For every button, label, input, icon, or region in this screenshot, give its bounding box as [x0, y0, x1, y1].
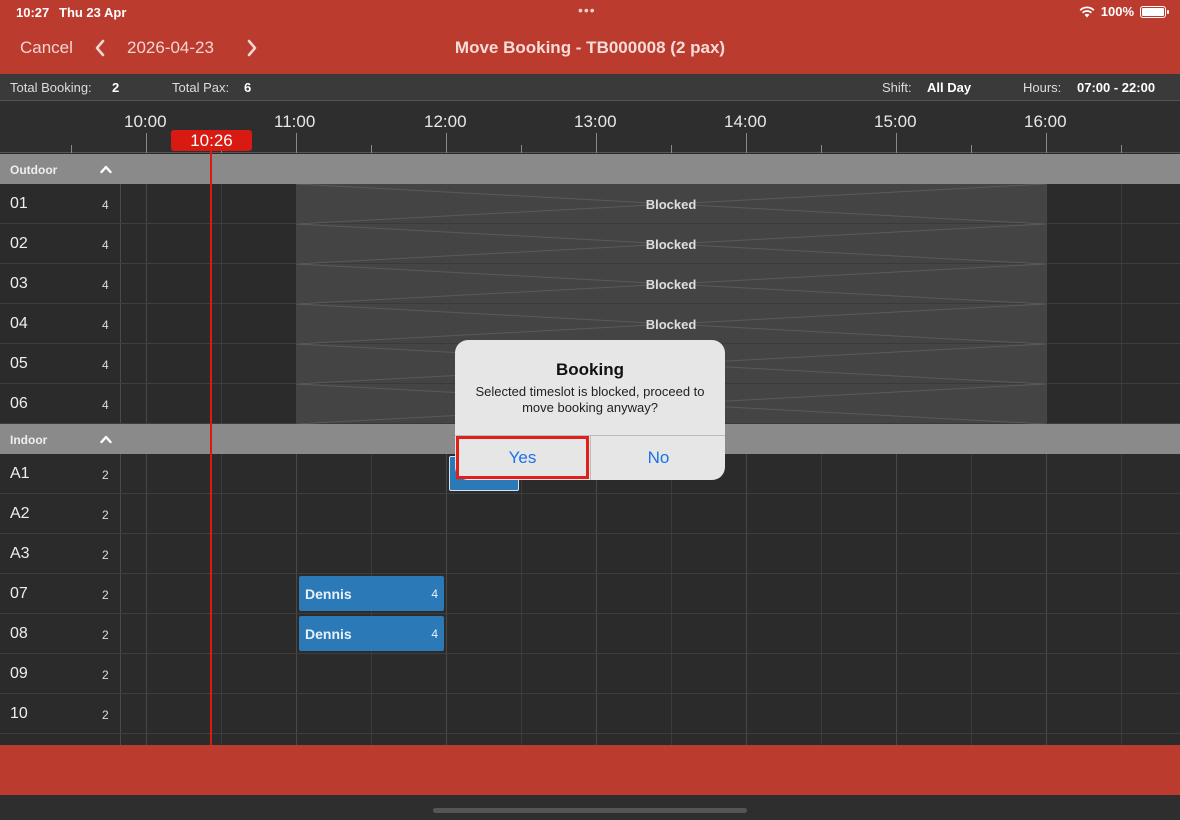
- booking-alert-dialog: Booking Selected timeslot is blocked, pr…: [455, 340, 725, 480]
- dialog-title: Booking: [556, 360, 624, 379]
- no-button[interactable]: No: [591, 436, 725, 480]
- dialog-message: Selected timeslot is blocked, proceed to…: [475, 384, 705, 415]
- app-root: 10:27 Thu 23 Apr ••• 100% Cancel 2026-04…: [0, 0, 1180, 820]
- yes-button[interactable]: Yes: [455, 436, 590, 480]
